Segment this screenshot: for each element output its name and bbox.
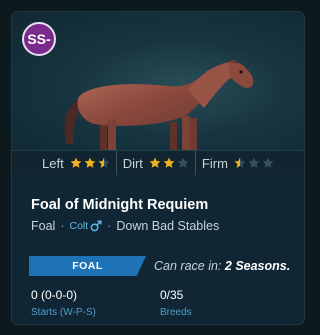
race-eligibility: Can race in: 2 Seasons. <box>154 259 290 273</box>
star-icon <box>84 157 96 168</box>
empty-star-icon <box>248 157 260 168</box>
separator-dot: · <box>107 219 112 233</box>
empty-star-icon <box>262 157 274 168</box>
sex-tag: Colt <box>70 220 103 232</box>
status-row: FOAL Can race in: 2 Seasons. <box>29 256 295 276</box>
age-badge: FOAL <box>29 256 146 276</box>
breeds-value: 0/35 <box>160 288 184 302</box>
race-value: 2 Seasons. <box>224 259 291 273</box>
star-icon <box>149 157 161 168</box>
rating-firm: Firm <box>194 151 280 175</box>
life-stage: Foal <box>31 219 56 233</box>
rating-dirt: Dirt <box>115 151 195 175</box>
horse-info-panel: Foal of Midnight Requiem Foal · Colt · D… <box>12 175 304 324</box>
rating-label: Firm <box>201 155 228 171</box>
rating-label: Left <box>42 155 64 171</box>
horse-name[interactable]: Foal of Midnight Requiem <box>31 197 208 213</box>
stable-name[interactable]: Down Bad Stables <box>116 219 219 233</box>
half-star-icon <box>98 157 110 168</box>
starts-value: 0 (0-0-0) <box>31 288 78 302</box>
starts-label: Starts (W-P-S) <box>31 307 96 318</box>
rating-label: Dirt <box>122 155 143 171</box>
horse-subline: Foal · Colt · Down Bad Stables <box>31 219 219 233</box>
sex-label: Colt <box>69 220 89 232</box>
separator-dot: · <box>60 219 65 233</box>
male-symbol-icon <box>90 220 102 232</box>
grade-badge: SS- <box>22 22 56 56</box>
horse-card[interactable]: SS- Left Dirt Firm Foal of Midnight Requ… <box>12 12 304 324</box>
star-icon <box>163 157 175 168</box>
breeds-stat: 0/35 Breeds <box>160 288 192 318</box>
starts-stat: 0 (0-0-0) Starts (W-P-S) <box>31 288 96 318</box>
horse-image-area: SS- <box>12 12 304 150</box>
rating-left: Left <box>12 151 116 175</box>
race-prefix: Can race in: <box>154 259 222 273</box>
breeds-label: Breeds <box>160 307 192 318</box>
half-star-icon <box>234 157 246 168</box>
empty-star-icon <box>177 157 189 168</box>
horse-image <box>64 60 254 150</box>
star-icon <box>70 157 82 168</box>
surface-ratings-bar: Left Dirt Firm <box>12 150 304 176</box>
